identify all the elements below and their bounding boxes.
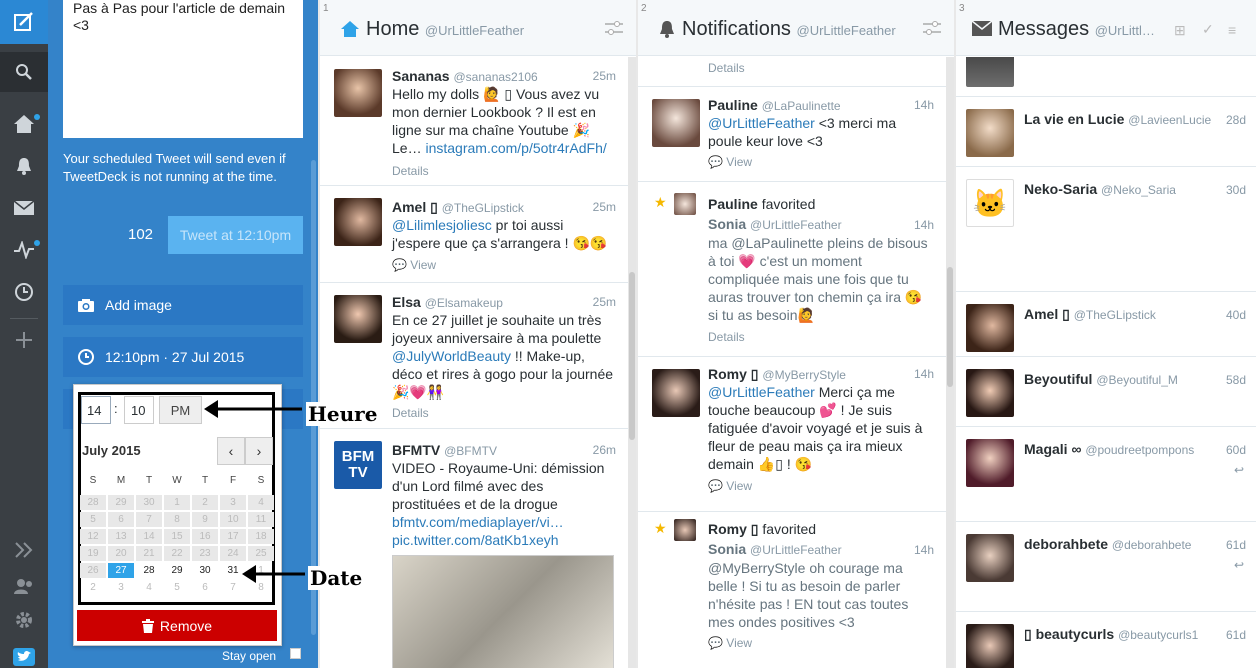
date-arrowhead: [242, 565, 256, 583]
tweetdeck-app: Pas à Pas pour l'article de demain <3 Yo…: [0, 0, 1256, 668]
annotation-heure: Heure: [306, 402, 380, 426]
annotation-date: Date: [308, 566, 365, 590]
heure-arrowhead: [204, 400, 218, 418]
annotation-arrows: [204, 400, 305, 583]
